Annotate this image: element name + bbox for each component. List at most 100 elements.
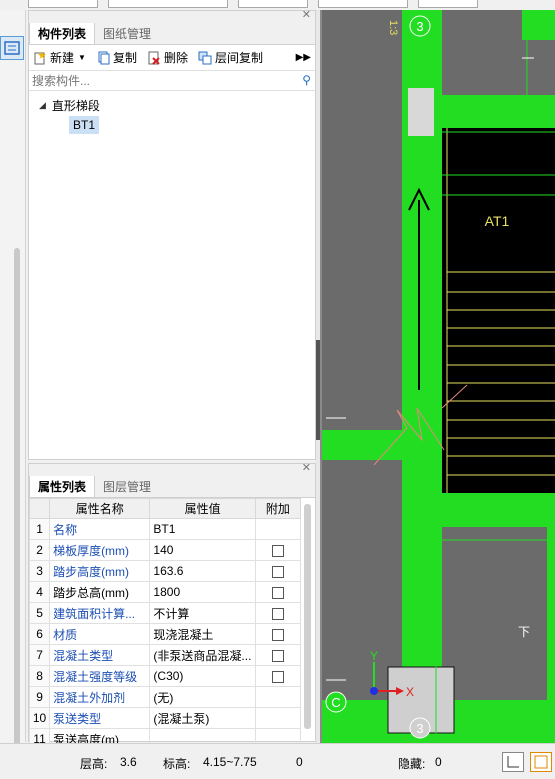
property-name: 混凝土强度等级 <box>49 665 151 687</box>
property-row[interactable]: 4 踏步总高(mm) 1800 <box>28 581 302 603</box>
nav-panel-icon[interactable] <box>0 36 24 60</box>
property-scrollbar[interactable] <box>304 504 311 729</box>
property-extra <box>254 623 302 645</box>
property-row[interactable]: 2 梯板厚度(mm) 140 <box>28 539 302 561</box>
drawing-svg: 3 3 C 1:3 AT1 Y X 下 <box>322 10 555 743</box>
property-row[interactable]: 6 材质 现浇混凝土 <box>28 623 302 645</box>
property-value[interactable]: 现浇混凝土 <box>149 623 256 645</box>
property-value[interactable]: 140 <box>149 539 256 561</box>
axis-left-label: C <box>331 695 340 710</box>
component-tabs: 构件列表 图纸管理 <box>29 23 315 45</box>
extra-checkbox[interactable] <box>271 628 284 641</box>
dimension-text: 1:3 <box>387 20 399 35</box>
extra-checkbox[interactable] <box>271 586 284 599</box>
axis-bottom-label: 3 <box>416 721 423 736</box>
property-name: 混凝土外加剂 <box>49 686 151 708</box>
extra-checkbox[interactable] <box>271 565 284 578</box>
property-extra <box>254 686 302 708</box>
tab-component-list[interactable]: 构件列表 <box>29 23 96 44</box>
status-bar: 层高: 3.6 标高: 4.15~7.75 0 隐藏: 0 <box>0 743 555 779</box>
component-toolbar: 新建 ▼ 复制 删除 层间复制 ▶▶ <box>29 45 315 71</box>
new-button[interactable]: 新建 ▼ <box>33 49 86 66</box>
column <box>408 88 434 136</box>
floor-copy-button[interactable]: 层间复制 <box>198 49 263 66</box>
ucs-y-label: Y <box>370 649 378 663</box>
extra-checkbox[interactable] <box>271 649 284 662</box>
floor-height-value: 3.6 <box>120 755 137 769</box>
property-value[interactable]: (C30) <box>149 665 256 687</box>
property-name: 梯板厚度(mm) <box>49 539 151 561</box>
rail-scrollbar[interactable] <box>14 248 20 745</box>
copy-button[interactable]: 复制 <box>96 49 137 66</box>
extra-checkbox[interactable] <box>271 544 284 557</box>
col-header-name: 属性名称 <box>49 498 151 519</box>
property-value[interactable]: (非泵送商品混凝... <box>149 644 256 666</box>
axis-top-label: 3 <box>416 19 423 34</box>
property-value[interactable]: 163.6 <box>149 560 256 582</box>
wall-left <box>322 430 402 460</box>
property-value[interactable]: 1800 <box>149 581 256 603</box>
gray-area-left <box>322 10 402 743</box>
property-row[interactable]: 1 名称 BT1 <box>28 518 302 540</box>
beam-bottom <box>427 493 555 527</box>
stair-label: AT1 <box>485 213 510 229</box>
top-combo-4[interactable] <box>318 0 408 8</box>
delete-button[interactable]: 删除 <box>147 49 188 66</box>
row-number: 6 <box>28 623 51 645</box>
property-value[interactable]: BT1 <box>149 518 256 540</box>
property-name: 名称 <box>49 518 151 540</box>
top-combo-3[interactable] <box>238 0 308 8</box>
property-name: 混凝土类型 <box>49 644 151 666</box>
extra-checkbox[interactable] <box>271 607 284 620</box>
close-icon[interactable]: ✕ <box>302 8 311 21</box>
ortho-toggle-icon[interactable] <box>502 752 524 772</box>
property-value[interactable]: 不计算 <box>149 602 256 624</box>
row-number: 8 <box>28 665 51 687</box>
property-value[interactable]: (混凝土泵) <box>149 707 256 729</box>
top-combo-2[interactable] <box>108 0 228 8</box>
property-name: 踏步总高(mm) <box>49 581 151 603</box>
property-extra <box>254 581 302 603</box>
floor-copy-icon <box>198 51 212 64</box>
chevron-down-icon: ▼ <box>78 53 86 62</box>
more-icon[interactable]: ▶▶ <box>296 52 311 63</box>
property-extra <box>254 665 302 687</box>
property-value[interactable]: (无) <box>149 686 256 708</box>
expand-arrow-icon[interactable]: ◢ <box>39 100 46 111</box>
property-row[interactable]: 10 泵送类型 (混凝土泵) <box>28 707 302 729</box>
svg-text:下: 下 <box>518 625 530 639</box>
delete-icon <box>148 51 160 65</box>
close-icon[interactable]: ✕ <box>302 461 311 474</box>
row-number: 3 <box>28 560 51 582</box>
count-value: 0 <box>296 755 303 769</box>
extra-checkbox[interactable] <box>271 670 284 683</box>
property-name: 泵送类型 <box>49 707 151 729</box>
search-icon[interactable]: ⚲ <box>302 73 311 87</box>
col-header-extra: 附加 <box>254 498 302 519</box>
tab-layer-manager[interactable]: 图层管理 <box>95 476 159 497</box>
property-extra <box>254 518 302 540</box>
component-list-panel: ✕ 构件列表 图纸管理 新建 ▼ 复制 删除 层间复制 ▶▶ ⚲ ◢ 直形梯段 <box>28 8 316 460</box>
property-tabs: 属性列表 图层管理 <box>29 476 315 498</box>
tab-property-list[interactable]: 属性列表 <box>29 476 96 497</box>
ucs-x-label: X <box>406 685 414 699</box>
property-row[interactable]: 5 建筑面积计算... 不计算 <box>28 602 302 624</box>
property-row[interactable]: 7 混凝土类型 (非泵送商品混凝... <box>28 644 302 666</box>
row-number: 1 <box>28 518 51 540</box>
col-header-value: 属性值 <box>149 498 256 519</box>
tree-node-bt1[interactable]: BT1 <box>29 115 315 135</box>
drawing-canvas[interactable]: 3 3 C 1:3 AT1 Y X 下 <box>320 10 555 743</box>
new-icon <box>34 50 46 64</box>
property-extra <box>254 644 302 666</box>
tree-node-straight-flight[interactable]: ◢ 直形梯段 <box>29 95 315 115</box>
property-row[interactable]: 9 混凝土外加剂 (无) <box>28 686 302 708</box>
property-row[interactable]: 3 踏步高度(mm) 163.6 <box>28 560 302 582</box>
property-extra <box>254 560 302 582</box>
top-combo-5[interactable] <box>418 0 478 8</box>
row-number: 5 <box>28 602 51 624</box>
property-row[interactable]: 8 混凝土强度等级 (C30) <box>28 665 302 687</box>
tab-drawing-manager[interactable]: 图纸管理 <box>95 23 159 44</box>
top-combo-1[interactable] <box>28 0 98 8</box>
snap-toggle-icon[interactable] <box>530 752 552 772</box>
search-input[interactable] <box>29 71 289 90</box>
